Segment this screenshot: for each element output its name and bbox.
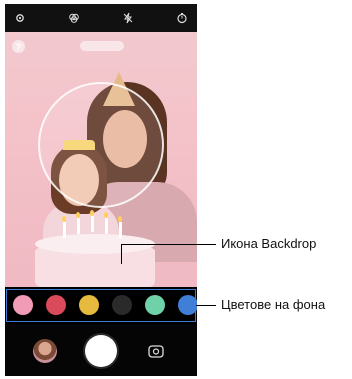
candle-flame — [90, 210, 94, 216]
gallery-thumbnail[interactable] — [33, 339, 57, 363]
phone-screen: ? — [5, 4, 197, 376]
camera-controls — [5, 325, 197, 376]
color-swatch[interactable] — [112, 295, 132, 315]
candle — [77, 218, 80, 234]
palette-highlight-frame — [6, 289, 196, 322]
color-swatch[interactable] — [178, 295, 197, 315]
switch-camera-icon[interactable] — [147, 342, 165, 360]
candle-flame — [104, 212, 108, 218]
candle-flame — [62, 216, 66, 222]
color-swatch[interactable] — [145, 295, 165, 315]
candle — [63, 222, 66, 238]
flash-off-icon[interactable] — [121, 11, 135, 25]
color-swatch[interactable] — [79, 295, 99, 315]
color-swatch[interactable] — [13, 295, 33, 315]
callout-background-colors: Цветове на фона — [221, 297, 326, 312]
candle — [119, 222, 122, 238]
mode-indicator — [80, 41, 124, 51]
settings-icon[interactable] — [13, 11, 27, 25]
callout-line-backdrop — [121, 244, 216, 245]
color-swatch[interactable] — [46, 295, 66, 315]
candle — [105, 218, 108, 234]
help-button[interactable]: ? — [12, 40, 25, 53]
callout-leader-backdrop — [121, 244, 122, 264]
selfie-focus-circle[interactable] — [38, 82, 164, 208]
filter-icon[interactable] — [67, 11, 81, 25]
callout-line-colors — [196, 305, 216, 306]
callout-backdrop-icon: Икона Backdrop — [221, 236, 317, 251]
candle — [91, 216, 94, 232]
background-color-palette — [5, 287, 197, 325]
camera-top-bar — [5, 4, 197, 32]
candle-flame — [76, 212, 80, 218]
shutter-button[interactable] — [85, 335, 117, 367]
camera-preview[interactable]: ? — [5, 32, 197, 287]
candle-flame — [118, 216, 122, 222]
help-label: ? — [15, 41, 22, 52]
timer-icon[interactable] — [175, 11, 189, 25]
